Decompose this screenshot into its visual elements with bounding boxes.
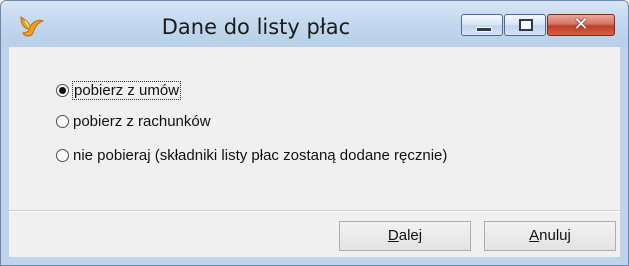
next-button-label: alej xyxy=(398,227,423,244)
radio-option-umowy[interactable]: pobierz z umów xyxy=(56,80,182,100)
radio-button[interactable] xyxy=(56,148,69,162)
cancel-button[interactable]: Anuluj xyxy=(484,221,616,251)
minimize-button[interactable] xyxy=(461,14,503,36)
separator xyxy=(9,210,620,212)
radio-option-rachunki[interactable]: pobierz z rachunków xyxy=(56,111,211,131)
maximize-icon xyxy=(519,19,533,31)
next-button-mnemonic: D xyxy=(387,227,399,244)
cancel-button-label: nuluj xyxy=(539,227,571,244)
radio-option-nie-pobieraj[interactable]: nie pobieraj (składniki listy płac zosta… xyxy=(56,145,447,165)
close-button[interactable]: ✕ xyxy=(547,14,615,36)
radio-button[interactable] xyxy=(56,114,69,128)
title-bar[interactable]: Dane do listy płac ✕ xyxy=(1,1,628,47)
cancel-button-mnemonic: A xyxy=(529,227,540,244)
maximize-button[interactable] xyxy=(504,14,546,36)
radio-label: pobierz z umów xyxy=(71,80,182,100)
radio-label: nie pobieraj (składniki listy płac zosta… xyxy=(73,146,448,164)
dialog-body: pobierz z umów pobierz z rachunków nie p… xyxy=(9,47,620,257)
dialog-window: Dane do listy płac ✕ pobierz z umów pobi… xyxy=(0,0,629,266)
minimize-icon xyxy=(476,27,492,32)
window-title: Dane do listy płac xyxy=(161,15,351,39)
next-button[interactable]: Dalej xyxy=(339,221,471,251)
close-icon: ✕ xyxy=(573,14,589,35)
radio-label: pobierz z rachunków xyxy=(73,112,211,130)
radio-button[interactable] xyxy=(56,83,69,97)
